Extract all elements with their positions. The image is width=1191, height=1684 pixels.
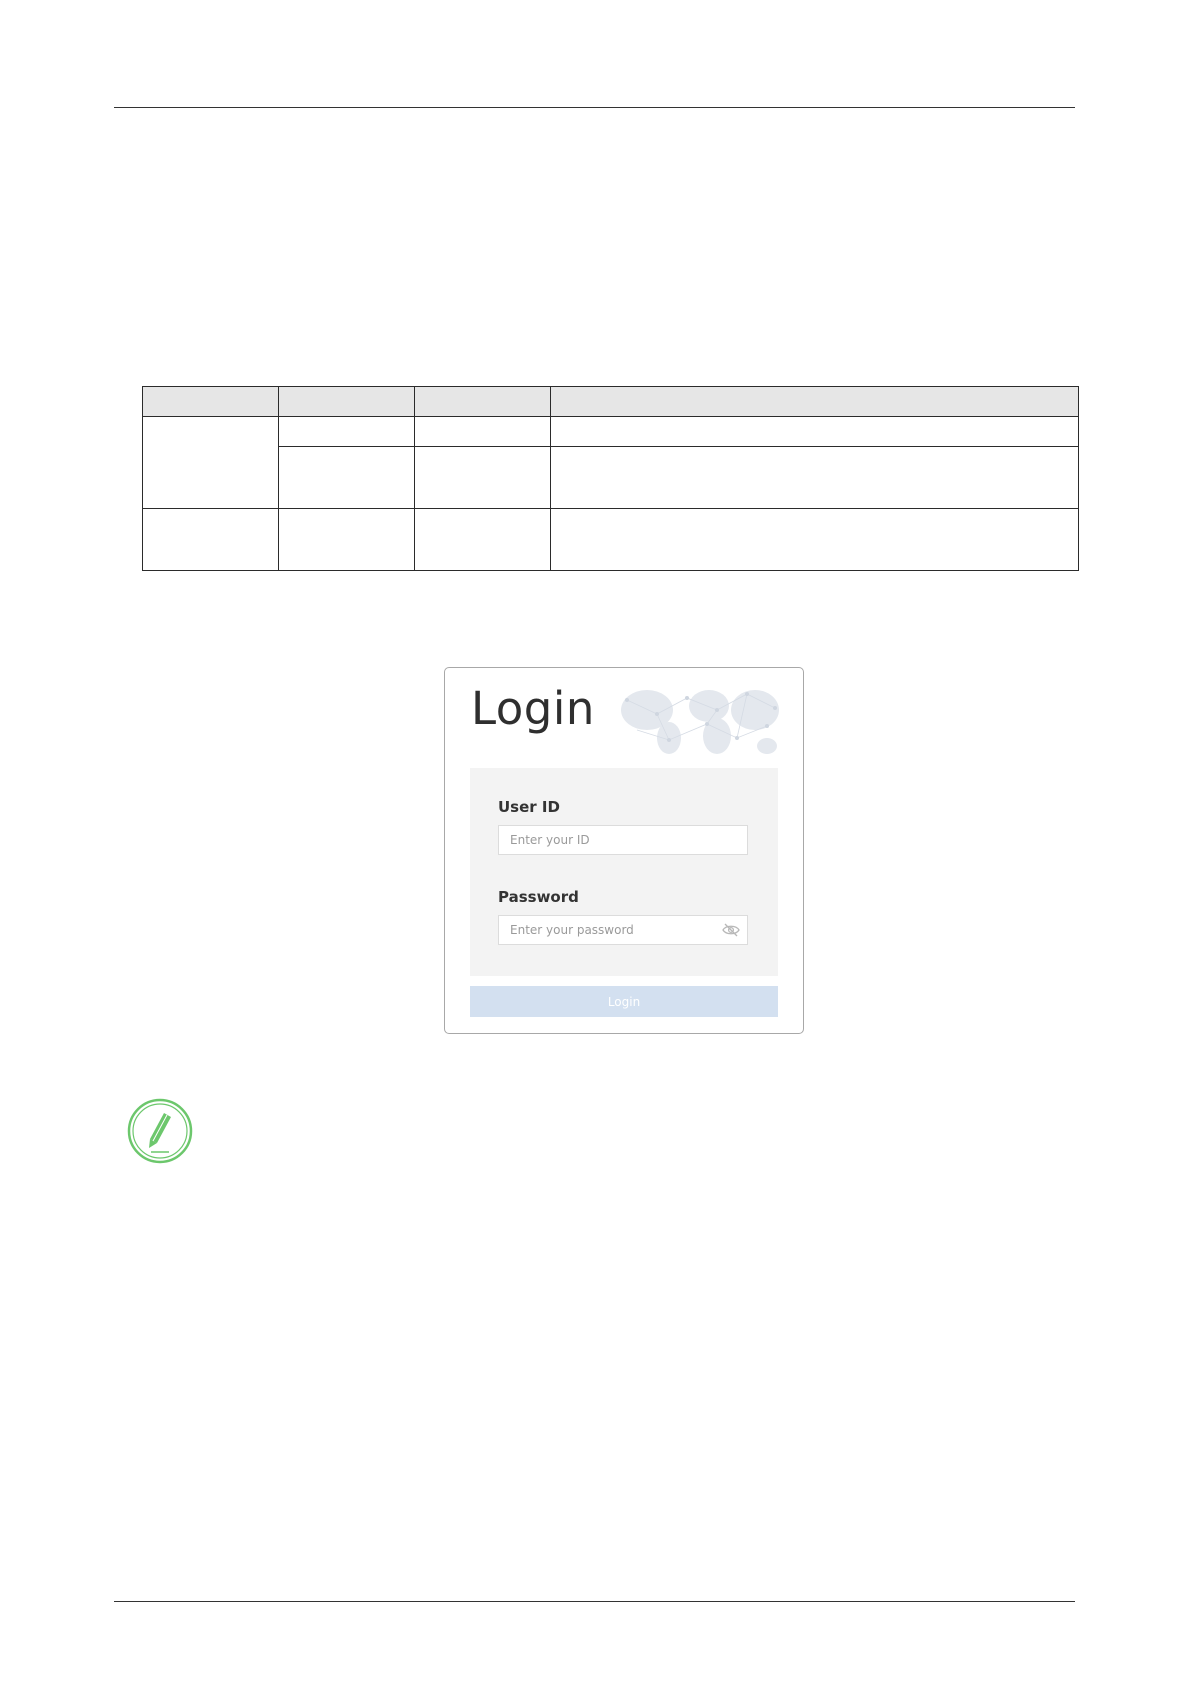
password-label: Password — [498, 888, 579, 906]
table-header-row — [142, 386, 1079, 417]
table-cell — [550, 416, 1079, 447]
table-header-cell — [142, 386, 279, 417]
footer-rule — [114, 1601, 1075, 1602]
header-rule — [114, 107, 1075, 108]
pencil-icon — [127, 1098, 193, 1164]
table-row — [142, 416, 1079, 509]
table-cell — [550, 446, 1079, 509]
login-form: User ID Password — [470, 768, 778, 976]
table-cell — [142, 508, 279, 571]
table-row — [143, 446, 1079, 509]
password-input[interactable] — [498, 915, 748, 945]
spec-table — [142, 386, 1079, 571]
login-title: Login — [471, 682, 595, 735]
world-map-icon — [621, 690, 779, 754]
table-cell — [414, 446, 551, 509]
table-cell — [278, 446, 415, 509]
table-cell — [142, 416, 279, 509]
eye-slash-icon[interactable] — [722, 923, 740, 937]
table-cell — [278, 416, 415, 447]
table-header-cell — [414, 386, 551, 417]
table-header-cell — [550, 386, 1079, 417]
login-button[interactable]: Login — [470, 986, 778, 1017]
table-row — [142, 508, 1079, 571]
table-cell — [414, 416, 551, 447]
user-id-label: User ID — [498, 798, 560, 816]
login-panel: Login User ID Password Login — [444, 667, 804, 1034]
user-id-input[interactable] — [498, 825, 748, 855]
table-cell — [414, 508, 551, 571]
table-cell — [550, 508, 1079, 571]
table-cell — [278, 508, 415, 571]
table-header-cell — [278, 386, 415, 417]
